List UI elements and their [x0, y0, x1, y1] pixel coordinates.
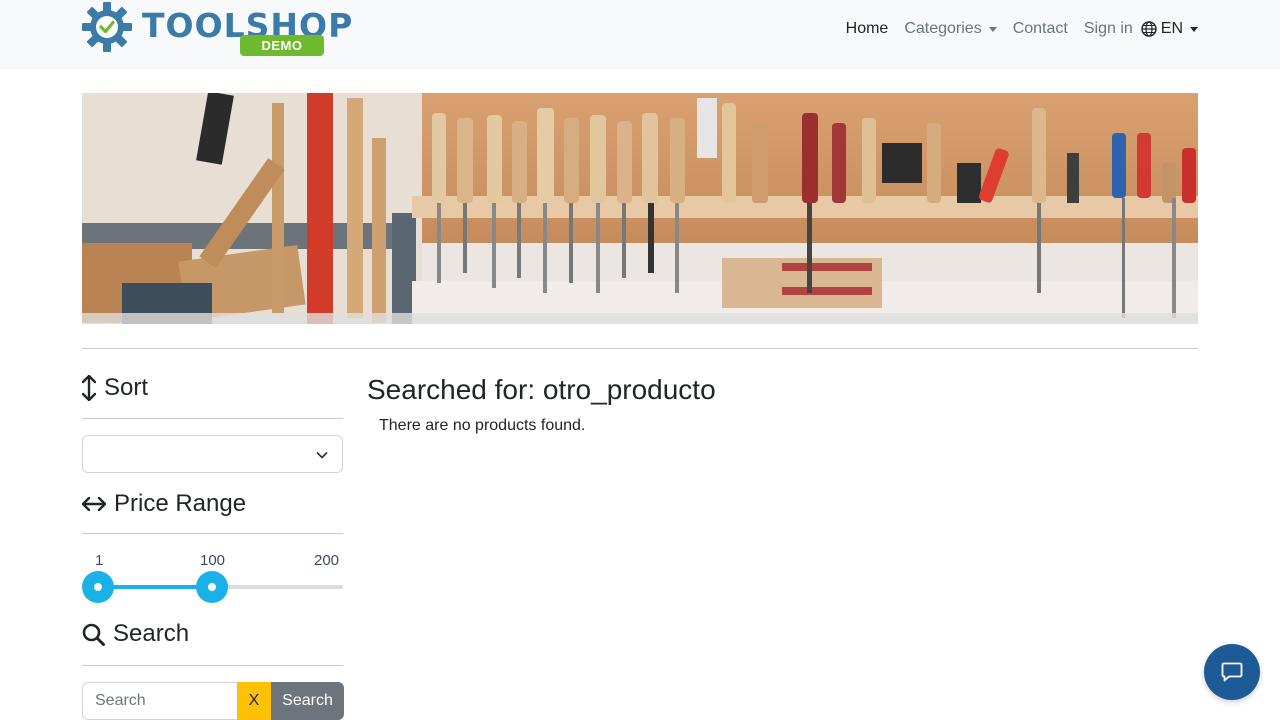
sort-rule — [82, 418, 343, 419]
sort-heading-label: Sort — [104, 374, 149, 401]
gear-check-icon — [82, 2, 132, 52]
search-heading-label: Search — [113, 620, 190, 647]
price-range-heading: Price Range — [82, 490, 246, 518]
brand-badge: DEMO — [240, 35, 324, 56]
globe-icon — [1141, 21, 1157, 37]
sort-select[interactable] — [82, 435, 343, 473]
navbar: TOOLSHOP DEMO Home Categories Contact Si… — [0, 0, 1280, 69]
chevron-down-icon — [316, 452, 328, 459]
arrows-horizontal-icon — [82, 497, 106, 511]
main-nav: Home Categories Contact Sign in EN — [830, 18, 1198, 40]
search-results-title: Searched for: otro_producto — [367, 374, 716, 405]
caret-down-icon — [988, 26, 997, 32]
nav-categories[interactable]: Categories — [904, 20, 997, 38]
search-heading: Search — [82, 620, 189, 648]
search-input[interactable] — [82, 682, 237, 720]
price-current-label: 100 — [200, 552, 226, 569]
price-max-label: 200 — [314, 552, 340, 569]
caret-down-icon — [1190, 26, 1198, 32]
price-slider-min-handle[interactable] — [82, 571, 114, 603]
chat-bubble-icon — [1221, 662, 1243, 682]
price-min-label: 1 — [95, 552, 104, 569]
chat-button[interactable] — [1204, 644, 1260, 700]
no-results-message: There are no products found. — [379, 417, 586, 434]
nav-home[interactable]: Home — [846, 20, 889, 38]
sort-heading: Sort — [82, 374, 148, 402]
logo[interactable]: TOOLSHOP DEMO — [82, 2, 352, 56]
hero-banner — [82, 93, 1198, 324]
arrows-vertical-icon — [82, 375, 96, 401]
price-slider-max-handle[interactable] — [195, 571, 228, 603]
search-reset-button[interactable]: X — [237, 682, 271, 720]
search-form: X Search — [82, 682, 344, 720]
search-submit-button[interactable]: Search — [271, 682, 344, 720]
search-rule — [82, 665, 343, 666]
language-label: EN — [1160, 20, 1183, 37]
price-slider-selection — [98, 585, 212, 589]
nav-sign-in[interactable]: Sign in — [1084, 20, 1133, 38]
magnifier-icon — [82, 623, 105, 646]
price-range-heading-label: Price Range — [114, 490, 247, 517]
language-dropdown[interactable]: EN — [1161, 20, 1198, 38]
nav-contact[interactable]: Contact — [1013, 20, 1068, 38]
nav-categories-label: Categories — [904, 20, 982, 37]
section-divider — [82, 348, 1198, 349]
tool-wall-image — [82, 93, 1198, 324]
price-range-rule — [82, 533, 343, 534]
